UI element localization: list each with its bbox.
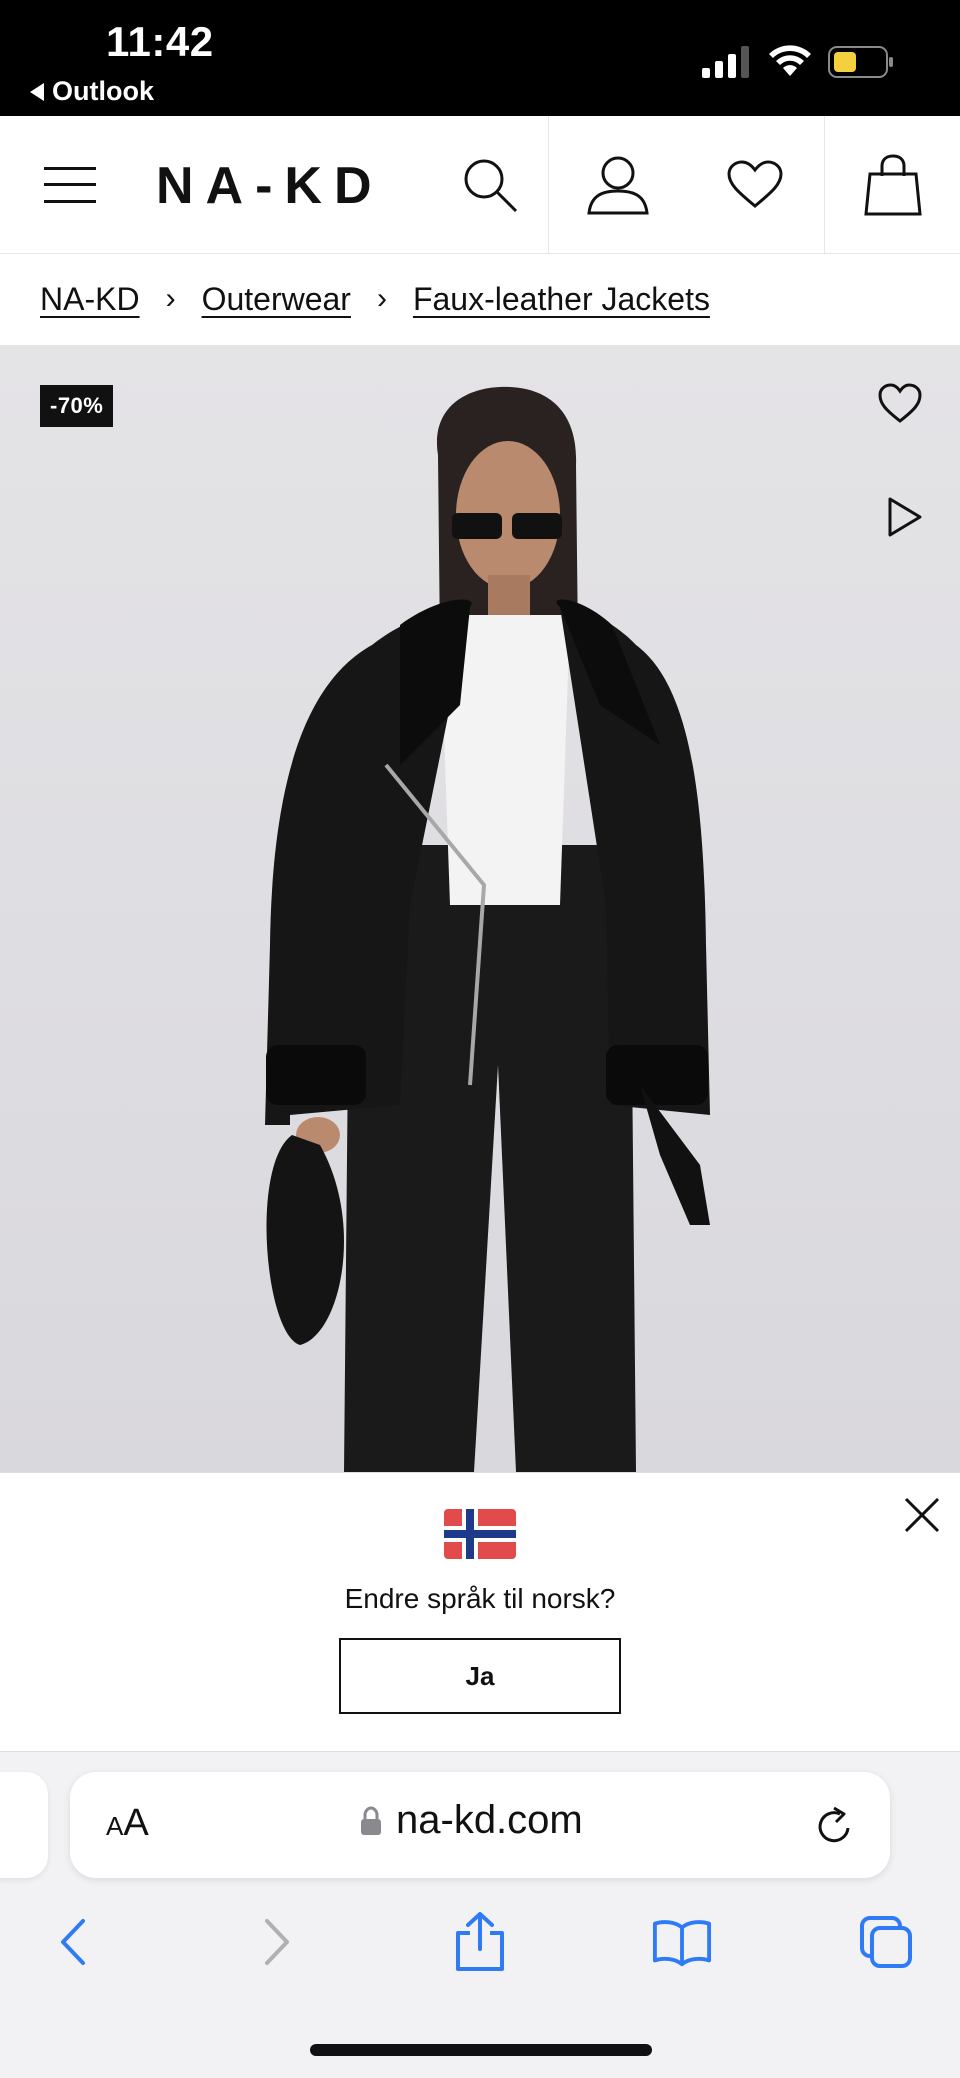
heart-icon (727, 160, 783, 208)
status-time: 11:42 (106, 18, 214, 65)
share-icon (456, 1912, 504, 1971)
confirm-language-button[interactable]: Ja (339, 1638, 621, 1714)
url-display[interactable]: na-kd.com (360, 1798, 583, 1843)
site-logo[interactable]: NA-KD (156, 156, 384, 216)
forward-button[interactable] (248, 1912, 308, 1972)
language-question: Endre språk til norsk? (344, 1583, 616, 1614)
url-text: na-kd.com (396, 1798, 583, 1842)
breadcrumb-separator: › (165, 282, 176, 315)
language-banner: Endre språk til norsk? Ja (0, 1472, 960, 1752)
account-icon (586, 156, 649, 215)
product-photo (265, 386, 710, 1472)
search-icon (464, 159, 518, 213)
breadcrumb-item-faux-leather-jackets[interactable]: Faux-leather Jackets (413, 281, 710, 318)
share-button[interactable] (450, 1912, 510, 1972)
previous-tab-preview[interactable] (0, 1772, 48, 1878)
bag-icon (863, 154, 922, 216)
forward-icon (265, 1919, 289, 1965)
breadcrumb-separator: › (376, 282, 387, 315)
status-bar: 11:42 Outlook (0, 0, 960, 116)
bookmarks-icon (652, 1920, 712, 1967)
bookmarks-button[interactable] (652, 1912, 712, 1972)
product-image[interactable]: -70% (0, 345, 960, 1472)
back-app-label: Outlook (52, 76, 154, 106)
cellular-signal-icon (702, 46, 749, 78)
play-icon[interactable] (882, 495, 926, 539)
reload-icon[interactable] (812, 1804, 856, 1848)
breadcrumb: NA-KD › Outerwear › Faux-leather Jackets (40, 254, 710, 344)
text-size-button[interactable]: AA (106, 1802, 149, 1845)
shopping-bag-button[interactable] (824, 116, 960, 254)
tabs-icon (860, 1916, 912, 1968)
back-triangle-icon (30, 82, 44, 101)
back-to-app-link[interactable]: Outlook (30, 76, 154, 107)
site-header: NA-KD (0, 116, 960, 254)
breadcrumb-item-home[interactable]: NA-KD (40, 281, 140, 318)
tabs-button[interactable] (856, 1912, 916, 1972)
lock-icon (361, 1805, 381, 1835)
address-bar[interactable]: AA na-kd.com (70, 1772, 890, 1878)
heart-icon[interactable] (876, 381, 924, 429)
search-button[interactable] (430, 116, 550, 254)
home-indicator[interactable] (310, 2044, 652, 2056)
wifi-icon (769, 45, 811, 76)
breadcrumb-item-outerwear[interactable]: Outerwear (202, 281, 351, 318)
browser-chrome: AA na-kd.com (0, 1752, 960, 2078)
back-icon (61, 1919, 85, 1965)
battery-icon (828, 46, 893, 78)
menu-icon (44, 167, 96, 203)
close-icon[interactable] (900, 1493, 944, 1537)
account-button[interactable] (548, 116, 686, 254)
menu-button[interactable] (30, 116, 110, 254)
norway-flag-icon (444, 1509, 516, 1559)
wishlist-button[interactable] (686, 116, 824, 254)
discount-badge: -70% (40, 385, 114, 427)
back-button[interactable] (42, 1912, 102, 1972)
